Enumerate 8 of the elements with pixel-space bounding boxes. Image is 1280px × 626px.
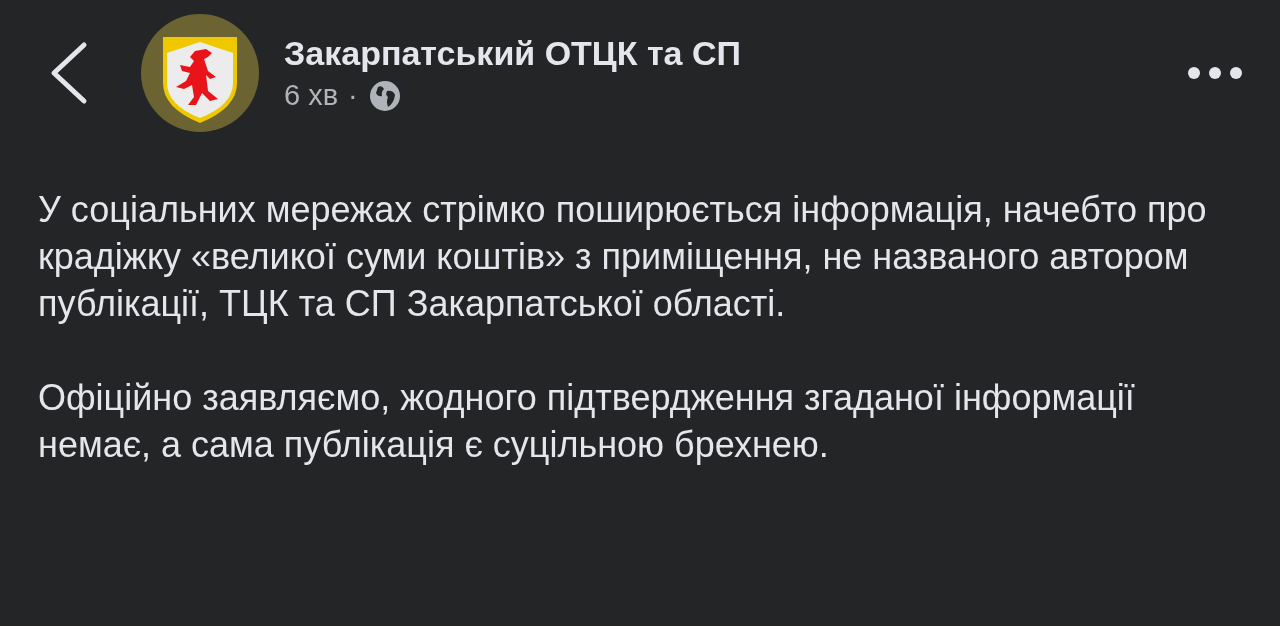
- globe-icon: [367, 78, 402, 113]
- more-icon[interactable]: [1186, 65, 1244, 81]
- separator-dot: ·: [348, 79, 358, 112]
- avatar-drawing[interactable]: [140, 13, 260, 133]
- page-name[interactable]: Закарпатський ОТЦК та СП: [284, 33, 1186, 73]
- post-paragraph: У соціальних мережах стрімко поширюється інформація, начебто про крадіжку «великої суми коштів» з приміщення, не названого автором публікації, ТЦК та СП Закарпатської області.: [38, 188, 1208, 326]
- post-paragraph: Офіційно заявляємо, жодного підтвердження згаданої інформації немає, а сама публікація є суцільною брехнею.: [38, 376, 1136, 467]
- post-time: 6 хв: [284, 79, 339, 112]
